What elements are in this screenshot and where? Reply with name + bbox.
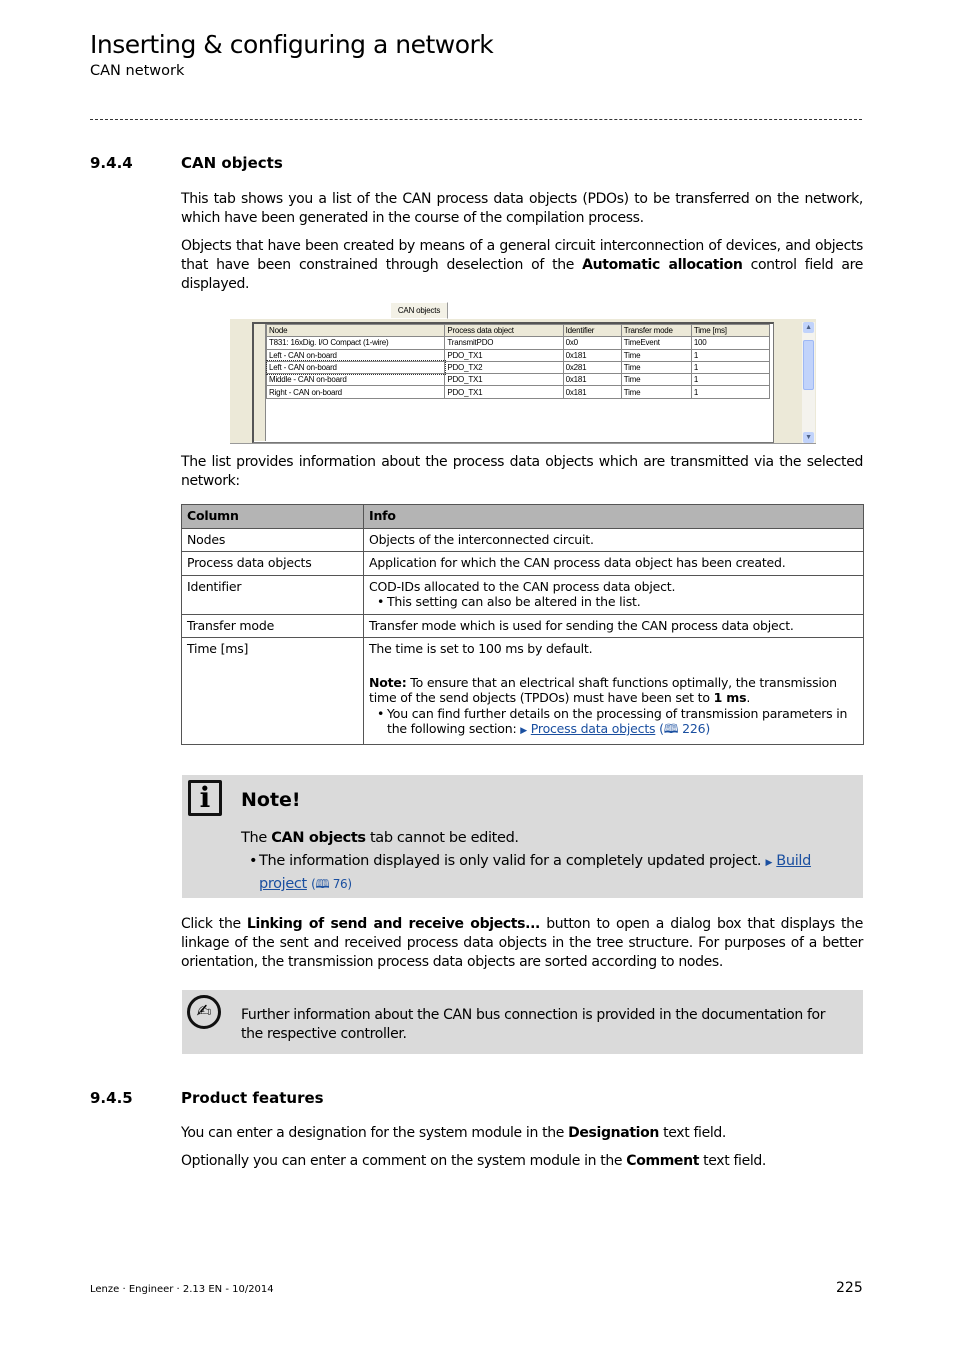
grid-cell: 0x181 (562, 348, 622, 362)
grid-cell: Middle - CAN on-board (265, 373, 446, 387)
hint-icon: ✍ (187, 995, 221, 1029)
grid-row[interactable]: Left - CAN on-board PDO_TX2 0x281 Time 1 (265, 360, 771, 375)
table-row: Nodes Objects of the interconnected circu… (181, 527, 864, 552)
grid-cell: PDO_TX2 (444, 360, 564, 375)
grid-cell: 100 (690, 336, 771, 350)
grid-cell: 1 (690, 373, 771, 387)
grid-cell: Left - CAN on-board (265, 348, 446, 362)
grid-cell: Time (620, 360, 692, 375)
page-number: 225 (836, 1280, 863, 1296)
paragraph: You can enter a designation for the syst… (181, 1125, 727, 1141)
link-arrow-icon: ▶ (520, 726, 527, 736)
grid-row[interactable]: Middle - CAN on-board PDO_TX1 0x181 Time 1 (265, 373, 771, 387)
grid-column-header[interactable]: Process data object (444, 323, 564, 338)
process-data-objects-link[interactable]: Process data objects (531, 721, 656, 736)
scroll-down-icon[interactable]: ▼ (803, 432, 814, 443)
note-title: Note! (241, 789, 301, 811)
can-objects-screenshot: CAN objects Node Process data object Ident… (230, 302, 816, 444)
grid-column-header[interactable]: Time [ms] (690, 323, 771, 338)
grid-cell: T831: 16xDig. I/O Compact (1-wire) (265, 336, 446, 350)
scroll-thumb[interactable] (803, 340, 814, 390)
grid-cell: TransmitPDO (444, 336, 564, 350)
grid-cell: PDO_TX1 (444, 348, 564, 362)
scroll-up-icon[interactable]: ▲ (803, 322, 814, 333)
page-subtitle: CAN network (90, 63, 185, 79)
hint-box: ✍ Further information about the CAN bus … (182, 990, 863, 1054)
grid-column-header[interactable]: Transfer mode (620, 323, 692, 338)
link-arrow-icon: ▶ (765, 858, 773, 868)
grid-cell: 0x281 (562, 360, 622, 375)
grid-cell: Time (620, 385, 692, 399)
grid-cell: 1 (690, 385, 771, 399)
table-row: Identifier COD-IDs allocated to the CAN p… (181, 574, 864, 615)
tab-can-objects[interactable]: CAN objects (390, 302, 448, 319)
paragraph: This tab shows you a list of the CAN pro… (181, 191, 863, 226)
page-reference: (🕮 226) (659, 721, 711, 736)
note-box: i Note! The CAN objects tab cannot be ed… (182, 775, 863, 898)
grid-column-header[interactable]: Identifier (562, 323, 622, 338)
footer-text: Lenze · Engineer · 2.13 EN - 10/2014 (90, 1284, 274, 1295)
section-title: Product features (181, 1089, 324, 1107)
grid-cell: 0x181 (562, 385, 622, 399)
divider (90, 110, 862, 120)
grid-cell: PDO_TX1 (444, 385, 564, 399)
paragraph: Optionally you can enter a comment on th… (181, 1153, 767, 1169)
grid-cell: Time (620, 348, 692, 362)
grid-column-header[interactable]: Node (265, 323, 446, 338)
section-number: 9.4.4 (90, 154, 133, 172)
grid-row[interactable]: Left - CAN on-board PDO_TX1 0x181 Time 1 (265, 348, 771, 362)
grid-cell: 1 (690, 360, 771, 375)
grid-row[interactable]: Right - CAN on-board PDO_TX1 0x181 Time 1 (265, 385, 771, 399)
grid-cell: 0x0 (562, 336, 622, 350)
table-row: Process data objects Application for whic… (181, 551, 864, 576)
scrollbar[interactable]: ▲ ▼ (802, 322, 815, 443)
column-header: Column (181, 504, 364, 529)
grid-cell: Time (620, 373, 692, 387)
page-reference: (🕮 76) (311, 877, 352, 891)
paragraph: Objects that have been created by means … (181, 238, 863, 292)
section-number: 9.4.5 (90, 1089, 133, 1107)
page-title: Inserting & configuring a network (90, 30, 494, 59)
column-header: Info (363, 504, 864, 529)
grid-cell: 0x181 (562, 373, 622, 387)
grid-cell: 1 (690, 348, 771, 362)
grid-row[interactable]: T831: 16xDig. I/O Compact (1-wire) Transm… (265, 336, 771, 350)
info-icon: i (188, 780, 222, 816)
grid-cell: Right - CAN on-board (265, 385, 446, 399)
section-title: CAN objects (181, 154, 283, 172)
table-row: Transfer mode Transfer mode which is used… (181, 613, 864, 638)
paragraph: Click the Linking of send and receive ob… (181, 916, 863, 970)
grid-cell: TimeEvent (620, 336, 692, 350)
grid-cell: PDO_TX1 (444, 373, 564, 387)
info-table: Column Info Nodes Objects of the interconn… (181, 504, 864, 745)
can-objects-grid: Node Process data object Identifier Transfe… (252, 322, 774, 443)
paragraph: The list provides information about the … (181, 454, 863, 489)
table-row: Time [ms] The time is set to 100 ms by d… (181, 637, 864, 745)
grid-cell: Left - CAN on-board (265, 360, 446, 375)
